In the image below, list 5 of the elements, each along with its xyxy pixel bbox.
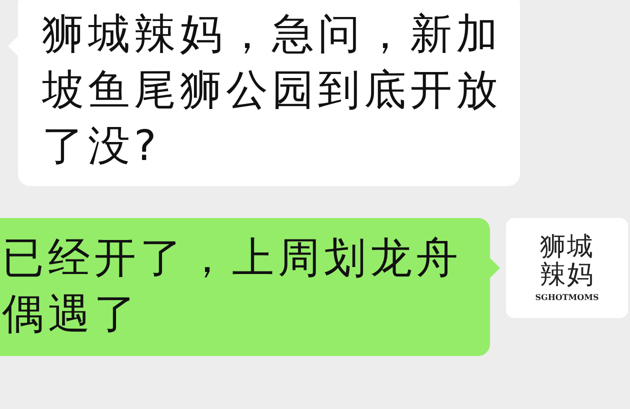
message-text: 已经开了，上周划龙舟偶遇了 <box>2 232 463 340</box>
logo-caption: SGHOTMOMS <box>535 291 599 303</box>
message-text: 狮城辣妈，急问，新加坡鱼尾狮公园到底开放了没? <box>42 8 503 172</box>
logo-text: 狮城 <box>540 233 594 261</box>
logo-text: 辣妈 <box>540 261 594 289</box>
